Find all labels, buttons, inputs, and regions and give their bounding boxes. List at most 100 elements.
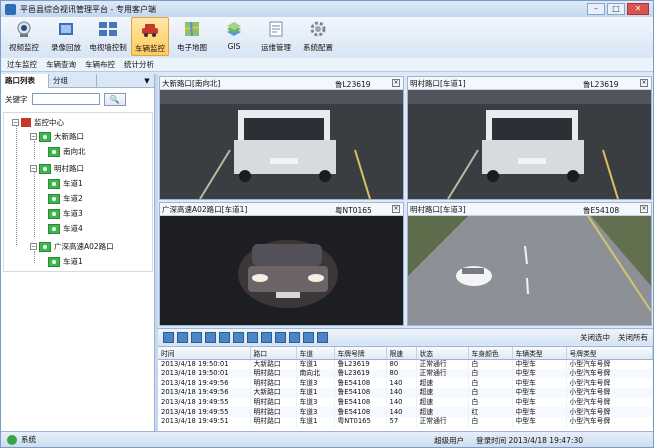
- close-button[interactable]: ✕: [627, 3, 649, 15]
- layout-13-button[interactable]: [247, 331, 258, 343]
- toolbar-video-monitor[interactable]: 视频监控: [5, 17, 43, 56]
- video-plate: 鲁L23619: [583, 80, 619, 89]
- col-plate-type[interactable]: 号牌类型: [566, 347, 653, 360]
- close-selected-button[interactable]: 关闭选中: [580, 332, 610, 343]
- close-icon[interactable]: ×: [640, 205, 648, 213]
- toolbar-gis[interactable]: GIS: [215, 17, 253, 56]
- layout-64-button[interactable]: [303, 331, 314, 343]
- video-panel[interactable]: 明村路口[车道1] 鲁L23619 ×: [407, 76, 652, 200]
- collapse-toggle-icon[interactable]: −: [12, 119, 19, 126]
- table-row[interactable]: 2013/4/18 19:49:51 明村路口 车道1 粤NT0165 57 正常通行白中…: [158, 417, 653, 427]
- collapse-toggle-icon[interactable]: −: [30, 133, 37, 140]
- col-color[interactable]: 车身颜色: [468, 347, 513, 360]
- close-icon[interactable]: ×: [392, 205, 400, 213]
- toolbar-ops[interactable]: 运维管理: [257, 17, 295, 56]
- col-plate[interactable]: 车牌号牌: [334, 347, 387, 360]
- tab-intersection-list[interactable]: 路口列表: [1, 74, 49, 88]
- camera-icon: [48, 256, 60, 267]
- table-cell: 车道3: [296, 397, 335, 408]
- video-plate: 粤NT0165: [335, 206, 372, 215]
- submenu-vehicle-query[interactable]: 车辆查询: [46, 59, 76, 70]
- col-time[interactable]: 时间: [158, 347, 251, 360]
- table-cell: 白: [468, 397, 513, 408]
- tree-group[interactable]: − 大新路口: [30, 131, 84, 142]
- tree-lane[interactable]: 车道2: [48, 193, 83, 204]
- table-cell: 中型车: [512, 359, 567, 369]
- video-header: 明村路口[车道1] 鲁L23619 ×: [408, 77, 651, 90]
- tree-root[interactable]: − 监控中心: [12, 117, 64, 128]
- camera-icon: [48, 193, 60, 204]
- close-icon[interactable]: ×: [640, 79, 648, 87]
- close-all-button[interactable]: 关闭所有: [618, 332, 648, 343]
- toolbar-sys-config[interactable]: 系统配置: [299, 17, 337, 56]
- tab-group[interactable]: 分组: [49, 74, 97, 88]
- tree-lane[interactable]: 车道1: [48, 178, 83, 189]
- system-label[interactable]: 系统: [21, 434, 36, 445]
- col-intersection[interactable]: 路口: [250, 347, 297, 360]
- collapse-toggle-icon[interactable]: −: [30, 165, 37, 172]
- table-row[interactable]: 2013/4/18 19:50:01 大新路口 车道1 鲁L23619 80 正常通行白中…: [158, 359, 653, 369]
- video-panel[interactable]: 大新路口[南向北] 鲁L23619 ×: [159, 76, 404, 200]
- table-cell: 鲁E54108: [334, 388, 387, 398]
- camera-icon: [39, 131, 51, 142]
- layout-6-button[interactable]: [191, 331, 202, 343]
- toolbar-tv-wall[interactable]: 电视墙控制: [89, 17, 127, 56]
- app-window: 平邑县综合视讯管理平台 - 专用客户端 – □ ✕ 视频监控 录像回放 电视墙控…: [0, 0, 654, 448]
- ops-icon: [266, 19, 286, 39]
- toolbar-vehicle-monitor[interactable]: 车辆监控: [131, 17, 169, 56]
- table-cell: 白: [468, 417, 513, 427]
- minimize-button[interactable]: –: [587, 3, 605, 15]
- table-row[interactable]: 2013/4/18 19:50:01 明村路口 南向北 鲁L23619 80 正常通行白中…: [158, 368, 653, 379]
- table-cell: 2013/4/18 19:49:55: [158, 407, 251, 418]
- film-icon: [56, 19, 76, 39]
- submenu-vehicle-control[interactable]: 车辆布控: [85, 59, 115, 70]
- tv-wall-icon: [98, 19, 118, 39]
- submenu-pass-monitor[interactable]: 过车监控: [7, 59, 37, 70]
- tree-group[interactable]: − 广深高速A02路口: [30, 241, 114, 252]
- col-status[interactable]: 状态: [416, 347, 469, 360]
- search-button[interactable]: 🔍: [103, 92, 126, 106]
- table-cell: 小型汽车号牌: [566, 417, 653, 427]
- video-panel[interactable]: 明村路口[车道3] 鲁E54108 ×: [407, 202, 652, 326]
- table-cell: 红: [468, 407, 513, 418]
- video-panel[interactable]: 广深高速A02路口[车道1] 粤NT0165 ×: [159, 202, 404, 326]
- layout-16-button[interactable]: [261, 331, 272, 343]
- col-lane[interactable]: 车道: [296, 347, 335, 360]
- layout-9-button[interactable]: [219, 331, 230, 343]
- layout-1-button[interactable]: [163, 331, 174, 343]
- table-row[interactable]: 2013/4/18 19:49:56 大新路口 车道1 鲁E54108 140 超速白中型…: [158, 388, 653, 398]
- tree-group[interactable]: − 明村路口: [30, 163, 84, 174]
- maximize-button[interactable]: □: [607, 3, 625, 15]
- layout-8-button[interactable]: [205, 331, 216, 343]
- chevron-down-icon[interactable]: ▼: [140, 74, 154, 87]
- table-row[interactable]: 2013/4/18 19:49:55 明村路口 车道3 鲁E54108 140 超速白中型…: [158, 397, 653, 408]
- layout-4-button[interactable]: [177, 331, 188, 343]
- tree-lane[interactable]: 车道3: [48, 208, 83, 219]
- tree-lane[interactable]: 南向北: [48, 146, 86, 157]
- col-speed-limit[interactable]: 限速: [386, 347, 417, 360]
- close-icon[interactable]: ×: [392, 79, 400, 87]
- collapse-toggle-icon[interactable]: −: [30, 243, 37, 250]
- toolbar-e-map[interactable]: 电子地图: [173, 17, 211, 56]
- camera-icon: [39, 241, 51, 252]
- main-toolbar: 视频监控 录像回放 电视墙控制 车辆监控 电子地图 GIS 运维管理 系统配置: [1, 17, 653, 57]
- table-cell: 南向北: [296, 368, 335, 379]
- toolbar-playback[interactable]: 录像回放: [47, 17, 85, 56]
- layout-25-button[interactable]: [275, 331, 286, 343]
- video-frame: [408, 90, 651, 199]
- table-cell: 小型汽车号牌: [566, 378, 653, 389]
- camera-icon: [48, 178, 60, 189]
- fullscreen-button[interactable]: [317, 331, 328, 343]
- layout-36-button[interactable]: [289, 331, 300, 343]
- layout-10-button[interactable]: [233, 331, 244, 343]
- search-input[interactable]: [31, 93, 100, 105]
- col-vehicle-type[interactable]: 车辆类型: [512, 347, 567, 360]
- submenu-statistics[interactable]: 统计分析: [124, 59, 154, 70]
- table-row[interactable]: 2013/4/18 19:49:56 明村路口 车道3 鲁E54108 140 超速白中型…: [158, 378, 653, 389]
- tree-lane[interactable]: 车道4: [48, 223, 83, 234]
- table-cell: 鲁E54108: [334, 378, 387, 389]
- video-title: 大新路口[南向北]: [162, 78, 221, 88]
- tree-lane[interactable]: 车道1: [48, 256, 83, 267]
- table-row[interactable]: 2013/4/18 19:49:55 明村路口 车道3 鲁E54108 140 超速红中型…: [158, 407, 653, 418]
- left-tabs: 路口列表 分组 ▼: [1, 74, 154, 88]
